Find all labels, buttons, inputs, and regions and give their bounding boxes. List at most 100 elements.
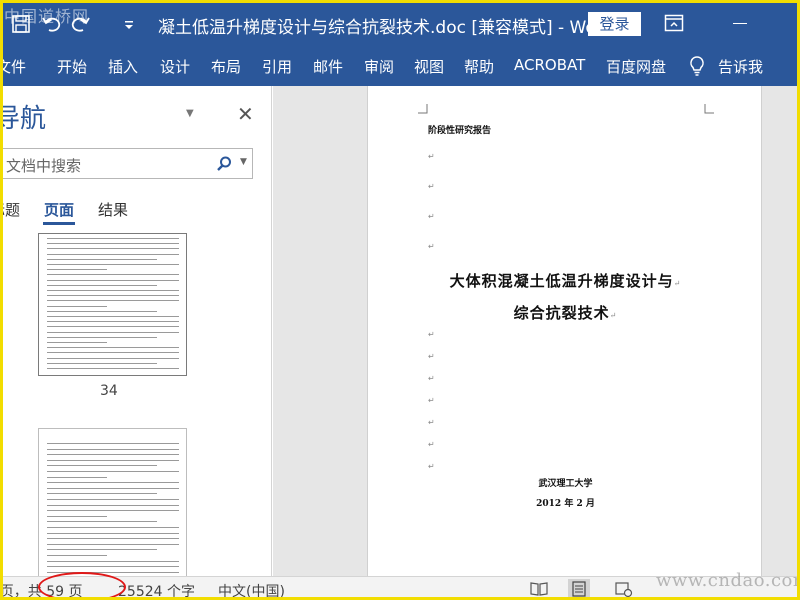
thumbnail-text-line [47,543,179,545]
thumbnail-text-line [47,448,179,450]
tab-pages[interactable]: 页面 [44,199,74,220]
ribbon-display-icon[interactable] [664,14,684,32]
thumbnail-text-line [47,274,179,276]
tab-mailings[interactable]: 邮件 [313,56,343,77]
thumbnail-text-line [47,527,179,528]
chevron-down-icon[interactable]: ▼ [240,157,247,167]
thumbnail-text-line [47,549,157,551]
report-date: 2012 年 2 月 [536,499,595,509]
read-mode-icon[interactable] [528,579,550,599]
thumbnail-text-line [47,336,157,338]
redo-icon[interactable] [70,13,92,35]
paragraph-mark: ↵ [428,462,435,471]
paragraph-mark: ↵ [428,418,435,427]
thumbnail-text-line [47,295,179,297]
thumbnail-text-line [47,499,179,500]
thumbnail-text-line [47,357,179,359]
paragraph-mark: ↵ [428,242,435,251]
site-watermark: www.cndao.com [656,570,800,591]
active-tab-indicator [43,222,75,225]
save-icon[interactable] [10,13,32,35]
thumbnail-text-line [47,238,179,239]
page-thumbnail[interactable] [38,428,187,576]
tab-file[interactable]: 文件 [0,56,26,77]
thumbnail-text-line [47,504,179,506]
thumbnail-text-line [47,465,157,467]
page-thumbnail-label: 34 [100,383,118,399]
navigation-pane: 导航 ▼ ✕ 文档中搜索 ▼ 标题 页面 结果 34 [0,86,272,576]
tell-me-search[interactable]: 告诉我 [718,56,763,77]
page-thumbnail[interactable] [38,233,187,376]
thumbnail-text-line [47,476,107,478]
language-status[interactable]: 中文(中国) [218,581,285,600]
thumbnail-text-line [47,538,179,540]
thumbnail-text-line [47,443,179,444]
thumbnail-text-line [47,243,179,245]
thumbnail-text-line [47,342,107,343]
thumbnail-text-line [47,510,179,512]
tab-results[interactable]: 结果 [98,199,128,220]
paragraph-mark: ↵ [428,374,435,383]
thumbnail-text-line [47,258,157,260]
window-title: 凝土低温升梯度设计与综合抗裂技术.doc [兼容模式] - Word [158,18,614,38]
thumbnail-text-line [47,471,179,472]
thumbnail-text-line [47,454,179,456]
thumbnail-text-line [47,284,157,286]
tab-layout[interactable]: 布局 [211,56,241,77]
thumbnail-text-line [47,362,157,364]
thumbnail-text-line [47,515,107,517]
document-page[interactable]: 阶段性研究报告 ↵ ↵ ↵ ↵ 大体积混凝土低温升梯度设计与↵ 综合抗裂技术↵ … [367,86,762,576]
tab-acrobat[interactable]: ACROBAT [514,56,585,74]
pane-title: 导航 [0,104,47,134]
thumbnail-text-line [47,305,107,307]
thumbnail-text-line [47,326,179,328]
undo-icon[interactable] [40,13,62,35]
login-button[interactable]: 登录 [588,12,641,36]
thumbnail-text-line [47,321,179,323]
pane-options-dropdown[interactable]: ▼ [186,108,194,119]
thumbnail-text-line [47,248,179,250]
tab-insert[interactable]: 插入 [108,56,138,77]
title-bar: 中国道桥网 凝土低温升梯度设计与综合抗裂技术.doc [兼容模式] - Word… [0,0,800,46]
tab-baidu-netdisk[interactable]: 百度网盘 [606,56,666,77]
web-layout-icon[interactable] [612,579,634,599]
customize-qat-icon[interactable] [118,13,140,35]
thumbnail-text-line [47,310,157,312]
tab-review[interactable]: 审阅 [364,56,394,77]
tab-help[interactable]: 帮助 [464,56,494,77]
institution-name: 武汉理工大学 [538,479,593,489]
close-icon[interactable]: ✕ [237,102,254,126]
thumbnail-text-line [47,279,179,281]
paragraph-mark: ↵ [428,212,435,221]
tab-design[interactable]: 设计 [160,56,190,77]
thumbnail-text-line [47,316,179,317]
thumbnail-text-line [47,253,179,255]
thumbnail-text-line [47,347,179,349]
print-layout-icon[interactable] [568,579,590,599]
search-icon[interactable] [215,155,233,173]
thumbnail-text-line [47,521,157,523]
tab-headings[interactable]: 标题 [0,199,20,220]
paragraph-mark: ↵ [428,440,435,449]
search-placeholder: 文档中搜索 [6,157,82,175]
tab-home[interactable]: 开始 [57,56,87,77]
tab-references[interactable]: 引用 [262,56,292,77]
document-title-line-2: 综合抗裂技术↵ [513,304,618,322]
thumbnail-text-line [47,300,179,302]
margin-corner-mark [418,104,428,114]
paragraph-mark: ↵ [428,352,435,361]
word-count-status[interactable]: 25524 个字 [118,581,195,600]
search-input[interactable]: 文档中搜索 ▼ [0,148,253,179]
margin-corner-mark [704,104,714,114]
thumbnail-text-line [47,269,107,271]
thumbnail-text-line [47,555,107,556]
report-type-label: 阶段性研究报告 [428,126,492,136]
document-title-line-1: 大体积混凝土低温升梯度设计与↵ [449,272,682,290]
tab-view[interactable]: 视图 [414,56,444,77]
thumbnail-text-line [47,487,179,489]
paragraph-mark: ↵ [428,182,435,191]
ribbon-tabs: 文件 开始 插入 设计 布局 引用 邮件 审阅 视图 帮助 ACROBAT 百度… [0,46,800,86]
thumbnail-text-line [47,493,157,495]
minimize-icon[interactable] [733,23,747,24]
paragraph-mark: ↵ [428,396,435,405]
